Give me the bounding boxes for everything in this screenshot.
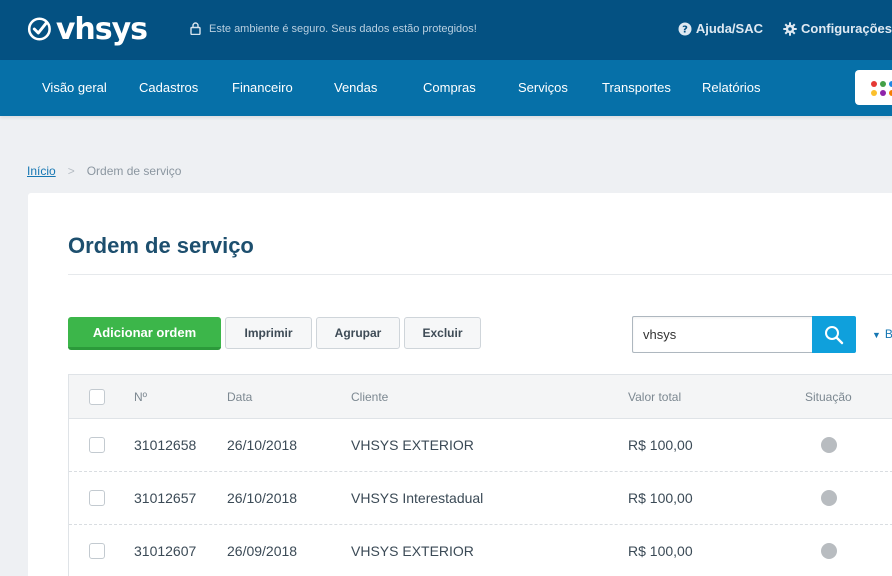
- column-header-status[interactable]: Situação: [805, 375, 852, 418]
- apps-grid-icon: [871, 81, 892, 96]
- column-header-total[interactable]: Valor total: [628, 375, 681, 418]
- breadcrumb-separator: >: [67, 164, 75, 178]
- print-button[interactable]: Imprimir: [225, 317, 312, 349]
- breadcrumb-home-link[interactable]: Início: [27, 164, 56, 178]
- lock-icon: [190, 22, 201, 35]
- top-bar: vhsys Este ambiente é seguro. Seus dados…: [0, 0, 892, 60]
- status-indicator: [821, 490, 837, 506]
- select-all-checkbox[interactable]: [89, 388, 105, 405]
- status-indicator: [821, 437, 837, 453]
- row-checkbox[interactable]: [89, 437, 105, 453]
- nav-item-compras[interactable]: Compras: [423, 80, 476, 95]
- order-number: 31012607: [134, 543, 197, 559]
- logo-wordmark: vhsys: [55, 11, 148, 47]
- check-circle-logo-icon: [27, 17, 51, 41]
- order-client: VHSYS EXTERIOR: [351, 543, 474, 559]
- settings-link[interactable]: Configurações: [783, 21, 892, 36]
- column-header-client[interactable]: Cliente: [351, 375, 388, 418]
- settings-label: Configurações: [800, 21, 892, 36]
- content-card: Ordem de serviço Adicionar ordem Imprimi…: [28, 193, 892, 576]
- order-total: R$ 100,00: [628, 543, 693, 559]
- table-row[interactable]: 31012658 26/10/2018 VHSYS EXTERIOR R$ 10…: [69, 419, 892, 472]
- breadcrumb-current: Ordem de serviço: [86, 164, 182, 178]
- order-date: 26/09/2018: [227, 543, 298, 559]
- order-client: VHSYS EXTERIOR: [351, 437, 474, 453]
- orders-table: Nº Data Cliente Valor total Situação 310…: [68, 374, 892, 576]
- table-row[interactable]: 31012657 26/10/2018 VHSYS Interestadual …: [69, 472, 892, 525]
- page-title: Ordem de serviço: [68, 233, 254, 258]
- order-total: R$ 100,00: [628, 490, 693, 506]
- title-divider: [68, 274, 892, 275]
- order-number: 31012657: [134, 490, 197, 506]
- help-link[interactable]: ? Ajuda/SAC: [678, 21, 763, 36]
- order-total: R$ 100,00: [628, 437, 693, 453]
- security-text: Este ambiente é seguro. Seus dados estão…: [209, 22, 477, 35]
- breadcrumb: Início > Ordem de serviço: [27, 164, 181, 178]
- group-button[interactable]: Agrupar: [316, 317, 400, 349]
- row-checkbox[interactable]: [89, 543, 105, 559]
- order-date: 26/10/2018: [227, 490, 298, 506]
- top-links: ? Ajuda/SAC Configurações: [678, 21, 892, 36]
- vhsys-logo[interactable]: vhsys: [27, 11, 148, 47]
- status-indicator: [821, 543, 837, 559]
- order-date: 26/10/2018: [227, 437, 298, 453]
- nav-item-cadastros[interactable]: Cadastros: [139, 80, 198, 95]
- row-checkbox[interactable]: [89, 490, 105, 506]
- table-row[interactable]: 31012607 26/09/2018 VHSYS EXTERIOR R$ 10…: [69, 525, 892, 576]
- nav-item-financeiro[interactable]: Financeiro: [232, 80, 293, 95]
- search-button[interactable]: [812, 316, 856, 353]
- gear-icon: [783, 21, 797, 36]
- order-client: VHSYS Interestadual: [351, 490, 484, 506]
- delete-button[interactable]: Excluir: [404, 317, 481, 349]
- help-label: Ajuda/SAC: [695, 21, 763, 36]
- table-header-row: Nº Data Cliente Valor total Situação: [69, 374, 892, 419]
- column-header-number[interactable]: Nº: [134, 375, 147, 418]
- add-order-button[interactable]: Adicionar ordem: [68, 317, 221, 350]
- question-circle-icon: ?: [678, 22, 692, 35]
- apps-menu-button[interactable]: [855, 70, 892, 105]
- order-number: 31012658: [134, 437, 197, 453]
- caret-down-icon: ▼: [872, 330, 881, 340]
- column-header-date[interactable]: Data: [227, 375, 252, 418]
- advanced-search-label: B: [884, 327, 892, 341]
- nav-item-servicos[interactable]: Serviços: [518, 80, 568, 95]
- search-input[interactable]: [632, 316, 813, 353]
- nav-item-relatorios[interactable]: Relatórios: [702, 80, 761, 95]
- advanced-search-toggle[interactable]: ▼ B: [872, 327, 892, 341]
- svg-text:?: ?: [682, 24, 688, 35]
- nav-item-visao-geral[interactable]: Visão geral: [42, 80, 107, 95]
- nav-item-vendas[interactable]: Vendas: [334, 80, 377, 95]
- security-notice: Este ambiente é seguro. Seus dados estão…: [190, 22, 477, 35]
- main-nav: Visão geral Cadastros Financeiro Vendas …: [0, 60, 892, 116]
- nav-item-transportes[interactable]: Transportes: [602, 80, 671, 95]
- search-icon: [825, 325, 844, 344]
